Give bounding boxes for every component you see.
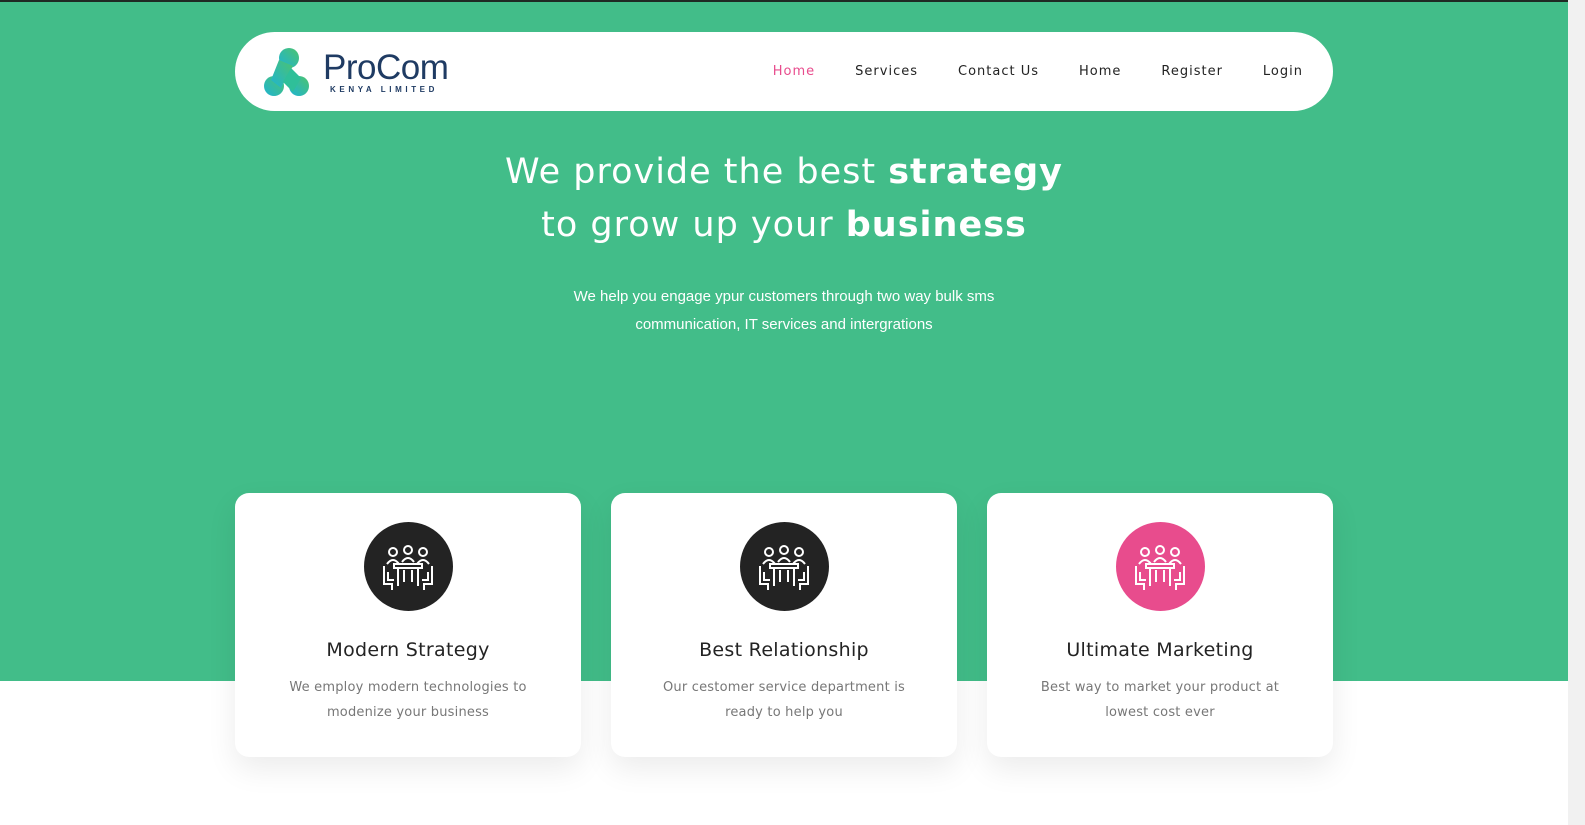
card-description: We employ modern technologies to modeniz… <box>289 680 527 720</box>
nav-register[interactable]: Register <box>1161 64 1223 79</box>
feature-card: Modern Strategy We employ modern technol… <box>235 493 581 757</box>
main-nav: Home Services Contact Us Home Register L… <box>733 64 1303 79</box>
meeting-icon <box>759 544 809 590</box>
brand-name: ProCom <box>323 47 449 87</box>
headline-line1-bold: strategy <box>888 152 1063 192</box>
page-scrollbar[interactable] <box>1568 0 1585 825</box>
feature-cards: Modern Strategy We employ modern technol… <box>235 493 1333 757</box>
hero-headline: We provide the best strategy to grow up … <box>0 146 1568 252</box>
nav-home[interactable]: Home <box>773 64 815 79</box>
nav-home-secondary[interactable]: Home <box>1079 64 1121 79</box>
headline-line1-text: We provide the best <box>505 152 889 192</box>
nav-login[interactable]: Login <box>1263 64 1303 79</box>
headline-line2-bold: business <box>845 205 1027 245</box>
nav-services[interactable]: Services <box>855 64 918 79</box>
card-description: Our cestomer service department is ready… <box>663 680 905 720</box>
meeting-icon <box>1135 544 1185 590</box>
feature-card: Best Relationship Our cestomer service d… <box>611 493 957 757</box>
procom-logo-icon <box>264 47 309 96</box>
card-icon-circle <box>739 522 829 611</box>
hero-subtext: We help you engage ypur customers throug… <box>573 288 995 333</box>
navbar: ProCom KENYA LIMITED Home Services Conta… <box>235 32 1333 111</box>
headline-line2-text: to grow up your <box>541 205 846 245</box>
brand-tagline: KENYA LIMITED <box>330 84 438 94</box>
nav-contact-us[interactable]: Contact Us <box>958 64 1039 79</box>
card-icon-circle <box>1115 522 1205 611</box>
card-icon-circle <box>363 522 453 611</box>
feature-card: Ultimate Marketing Best way to market yo… <box>987 493 1333 757</box>
card-title: Best Relationship <box>699 639 869 661</box>
logo[interactable]: ProCom KENYA LIMITED <box>263 46 449 98</box>
meeting-icon <box>383 544 433 590</box>
card-description: Best way to market your product at lowes… <box>1040 680 1280 720</box>
card-title: Modern Strategy <box>326 639 490 661</box>
card-title: Ultimate Marketing <box>1066 639 1254 661</box>
